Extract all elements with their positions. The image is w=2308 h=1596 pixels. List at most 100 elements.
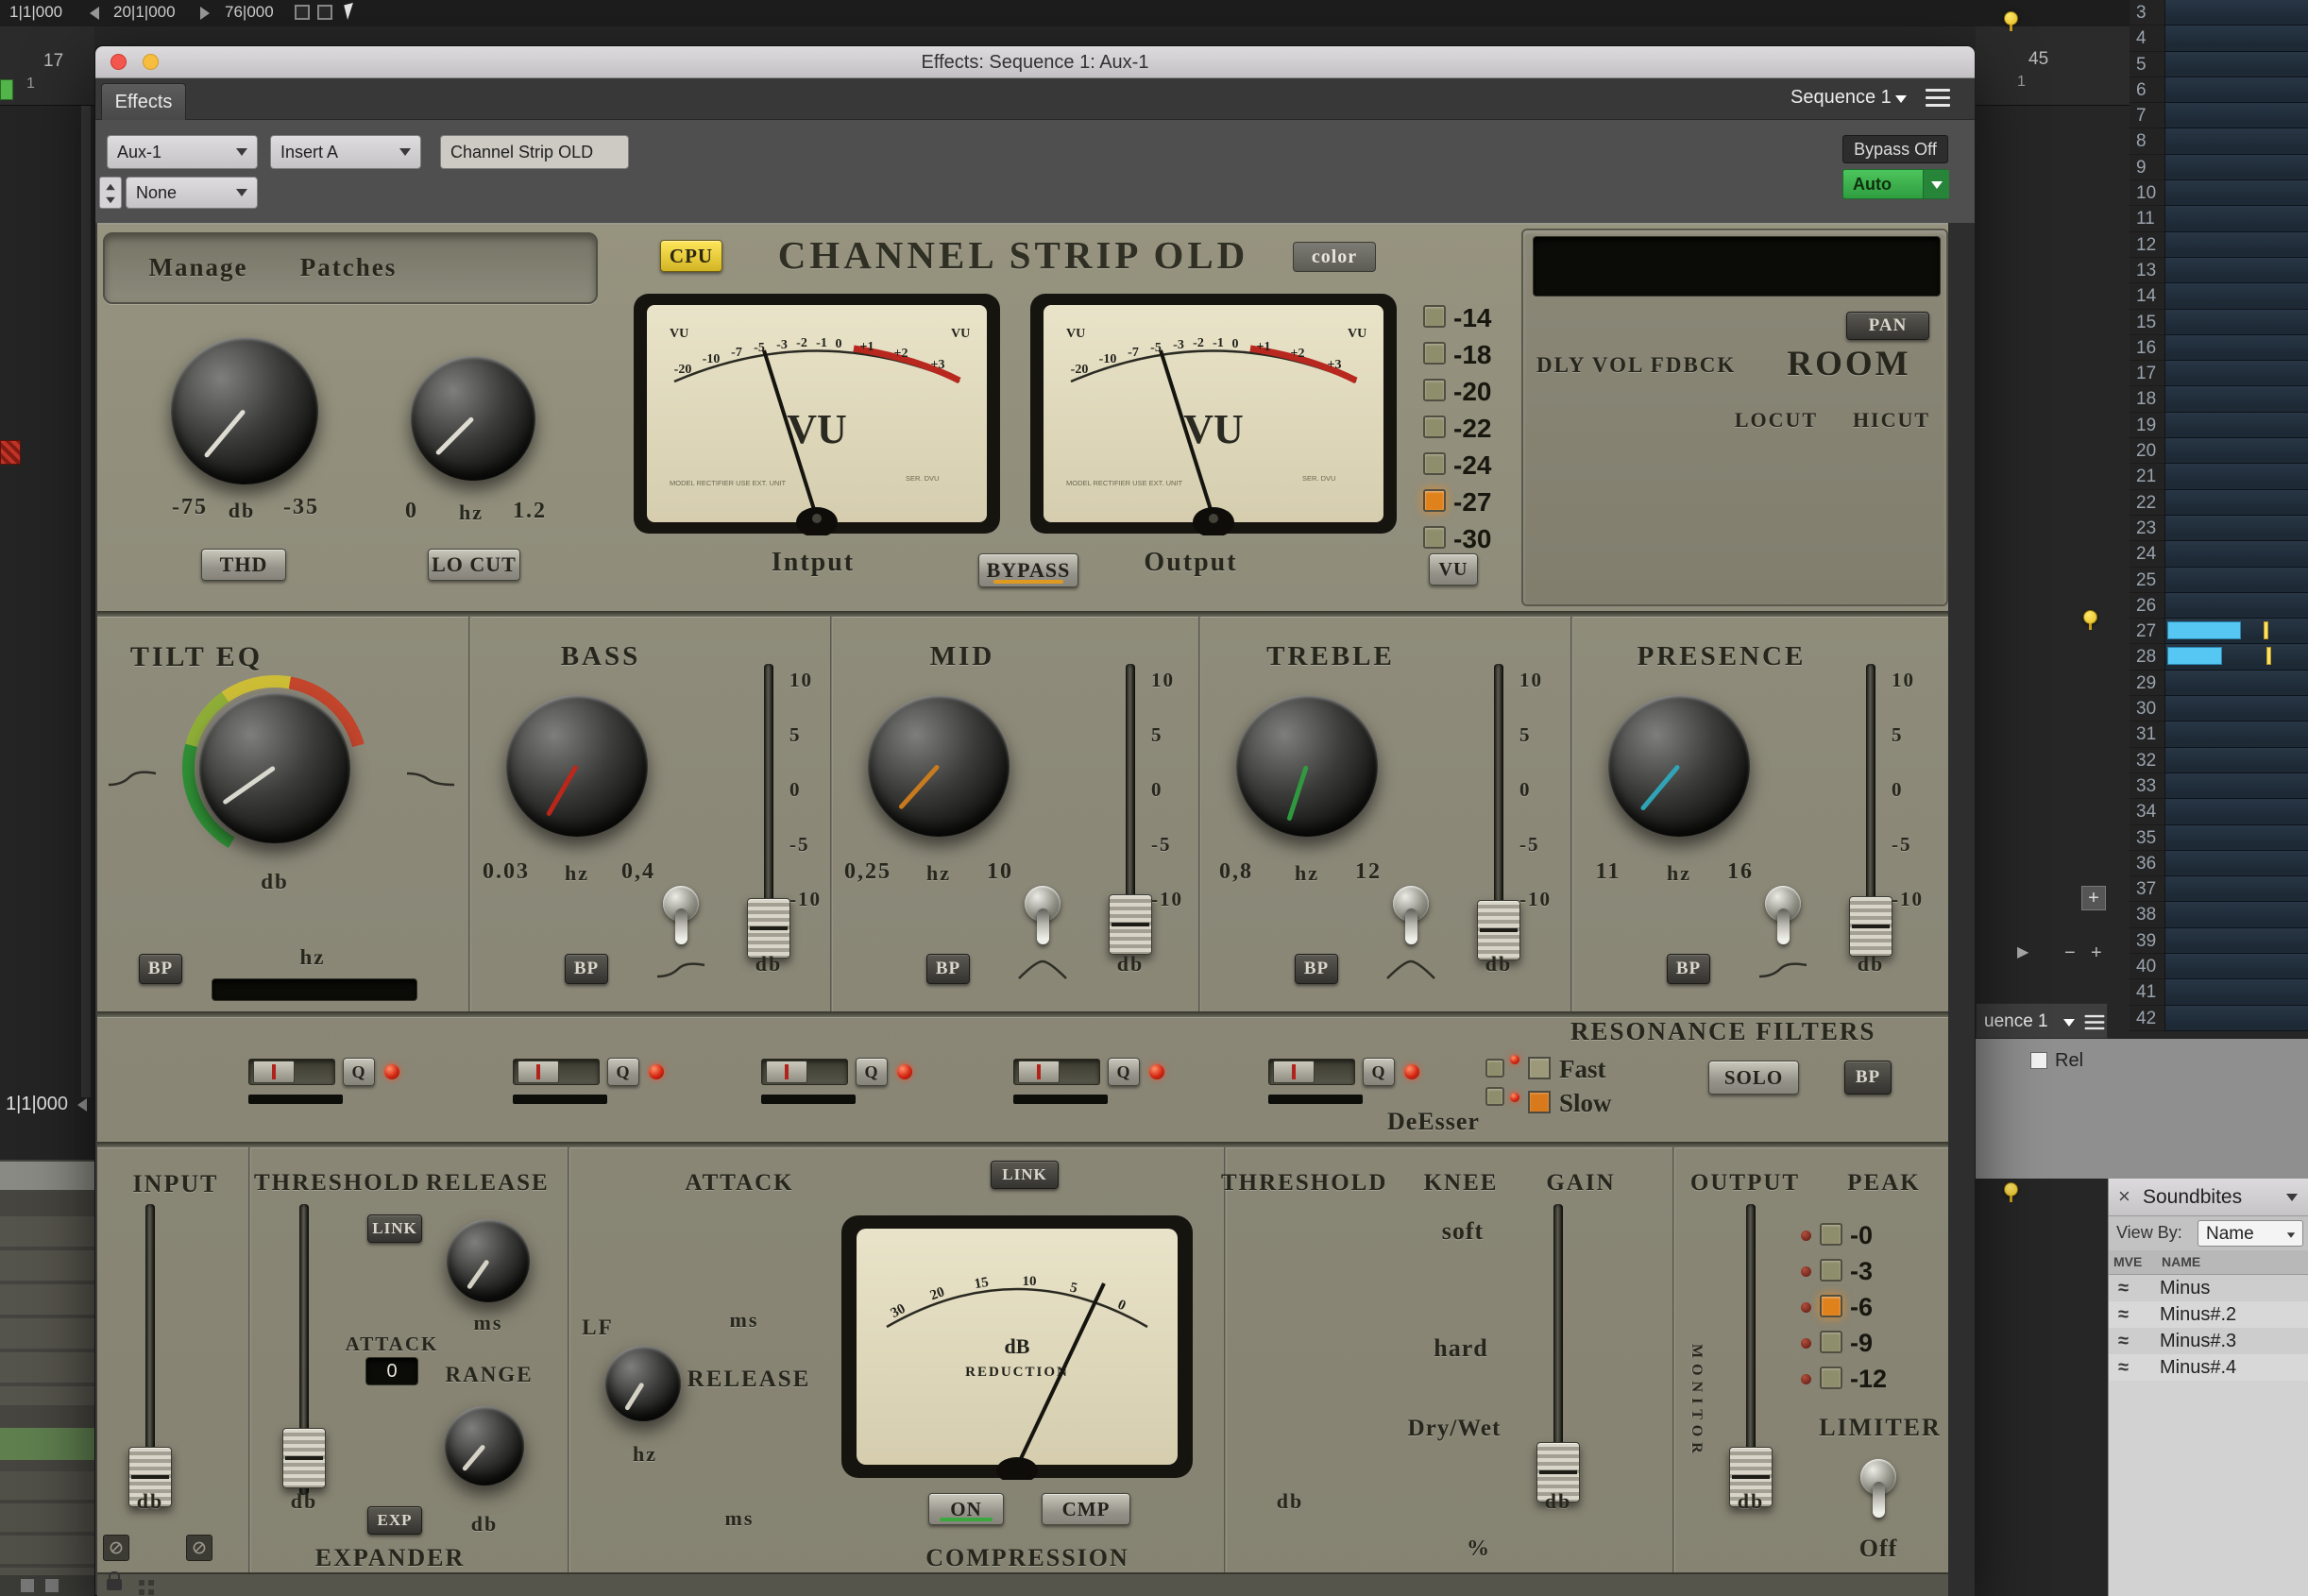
fader-cap[interactable] [747,898,790,959]
track-number[interactable]: 36 [2130,851,2164,876]
patch-dropdown[interactable]: None [126,177,258,209]
knee-hard-label[interactable]: hard [1417,1334,1504,1363]
slow-checkbox[interactable] [1528,1091,1551,1113]
manage-button[interactable]: Manage [137,253,260,282]
bypass-slot-button[interactable] [103,1535,129,1561]
track-dropdown[interactable]: Aux-1 [107,135,258,169]
chevron-down-icon[interactable] [2063,1019,2075,1027]
tool-icon[interactable] [45,1579,59,1592]
track-row[interactable] [2165,722,2308,747]
marker-icon[interactable] [2004,1182,2018,1197]
track-number[interactable]: 6 [2130,77,2164,103]
sequence-selector[interactable]: Sequence 1 [1790,87,1892,109]
treble-knob[interactable] [1236,695,1378,837]
tilt-knob[interactable] [199,692,350,843]
track-number[interactable]: 8 [2130,128,2164,154]
track-number[interactable]: 16 [2130,335,2164,361]
track-number[interactable]: 35 [2130,825,2164,851]
menu-icon[interactable] [1926,84,1950,111]
clip-marker[interactable] [2264,621,2268,639]
minimize-button[interactable] [143,54,159,70]
track-number[interactable]: 31 [2130,722,2164,747]
pan-button[interactable]: PAN [1846,312,1929,340]
treble-gain-fader[interactable] [1477,664,1520,947]
track-row[interactable] [2165,851,2308,876]
track-row[interactable] [2165,77,2308,103]
list-item[interactable]: ≈ Minus#.3 [2109,1328,2308,1354]
track-number[interactable]: 37 [2130,876,2164,902]
locator-end[interactable]: 76|000 [225,3,274,22]
exp-button[interactable]: EXP [367,1506,422,1535]
track-row[interactable] [2165,438,2308,464]
cal-led-active[interactable] [1423,489,1446,512]
color-button[interactable]: color [1293,242,1376,272]
fader-cap[interactable] [1849,896,1892,957]
cal-led[interactable] [1423,305,1446,328]
audio-clip[interactable] [2167,621,2241,639]
limiter-toggle[interactable] [1858,1459,1899,1527]
green-clip-fragment[interactable] [0,79,13,100]
list-item[interactable]: ≈ Minus [2109,1275,2308,1301]
chevron-up-icon[interactable] [106,184,115,190]
track-row[interactable] [2165,979,2308,1005]
zoom-out-icon[interactable]: − [2064,942,2076,964]
output-fader[interactable] [1729,1204,1773,1495]
list-item[interactable]: ≈ Minus#.2 [2109,1301,2308,1328]
play-icon[interactable]: ▶ [2017,942,2028,961]
room-locut-label[interactable]: LOCUT [1729,408,1824,433]
marker-icon[interactable] [2083,610,2097,624]
cal-led[interactable] [1423,416,1446,438]
track-number[interactable]: 4 [2130,25,2164,51]
resonance-slider[interactable] [513,1059,600,1085]
track-number[interactable]: 22 [2130,490,2164,516]
track-number[interactable]: 30 [2130,696,2164,722]
resonance-bp-button[interactable]: BP [1844,1061,1892,1095]
track-row[interactable] [2165,310,2308,335]
track-number[interactable]: 9 [2130,155,2164,180]
track-number[interactable]: 3 [2130,0,2164,25]
plugin-name-button[interactable]: Channel Strip OLD [440,135,629,169]
cal-led[interactable] [1423,342,1446,365]
bass-knob[interactable] [506,695,648,837]
track-row[interactable] [2165,748,2308,773]
track-number[interactable]: 40 [2130,954,2164,979]
bp-button[interactable]: BP [139,954,182,984]
bp-button[interactable]: BP [1667,954,1710,984]
resonance-slider[interactable] [248,1059,335,1085]
comp-lf-knob[interactable] [605,1346,681,1421]
memory-checkbox-2[interactable] [317,5,332,20]
locut-button[interactable]: LO CUT [428,549,520,581]
track-row[interactable] [2165,0,2308,25]
track-row[interactable] [2165,386,2308,412]
room-hicut-label[interactable]: HICUT [1844,408,1939,433]
locator-mid[interactable]: 20|1|000 [113,3,176,22]
track-number[interactable]: 39 [2130,928,2164,954]
track-number[interactable]: 32 [2130,748,2164,773]
fader-cap[interactable] [1109,894,1152,955]
mid-bell-toggle[interactable] [1022,886,1063,952]
counter-value[interactable]: 1|1|000 [6,1094,68,1114]
presence-shelf-toggle[interactable] [1762,886,1804,952]
track-number[interactable]: 38 [2130,902,2164,927]
slider-cap[interactable] [518,1061,559,1083]
track-row[interactable] [2165,671,2308,696]
presence-knob[interactable] [1608,695,1750,837]
tool-icon[interactable] [21,1579,34,1592]
slider-cap[interactable] [253,1061,295,1083]
mid-gain-fader[interactable] [1109,664,1152,947]
red-clip-fragment[interactable] [0,440,21,465]
track-number[interactable]: 41 [2130,979,2164,1005]
input-gain-knob[interactable] [171,337,318,484]
zoom-plus-button[interactable]: + [2081,886,2106,910]
slider-cap[interactable] [1018,1061,1060,1083]
auto-caret-zone[interactable] [1923,170,1949,198]
track-row[interactable] [2165,155,2308,180]
track-row[interactable] [2165,644,2308,670]
track-row[interactable] [2165,568,2308,593]
track-row[interactable] [2165,696,2308,722]
locator-start[interactable]: 1|1|000 [9,3,62,22]
track-number[interactable]: 15 [2130,310,2164,335]
track-number[interactable]: 14 [2130,283,2164,309]
patches-button[interactable]: Patches [282,253,415,282]
locut-freq-knob[interactable] [411,356,535,481]
